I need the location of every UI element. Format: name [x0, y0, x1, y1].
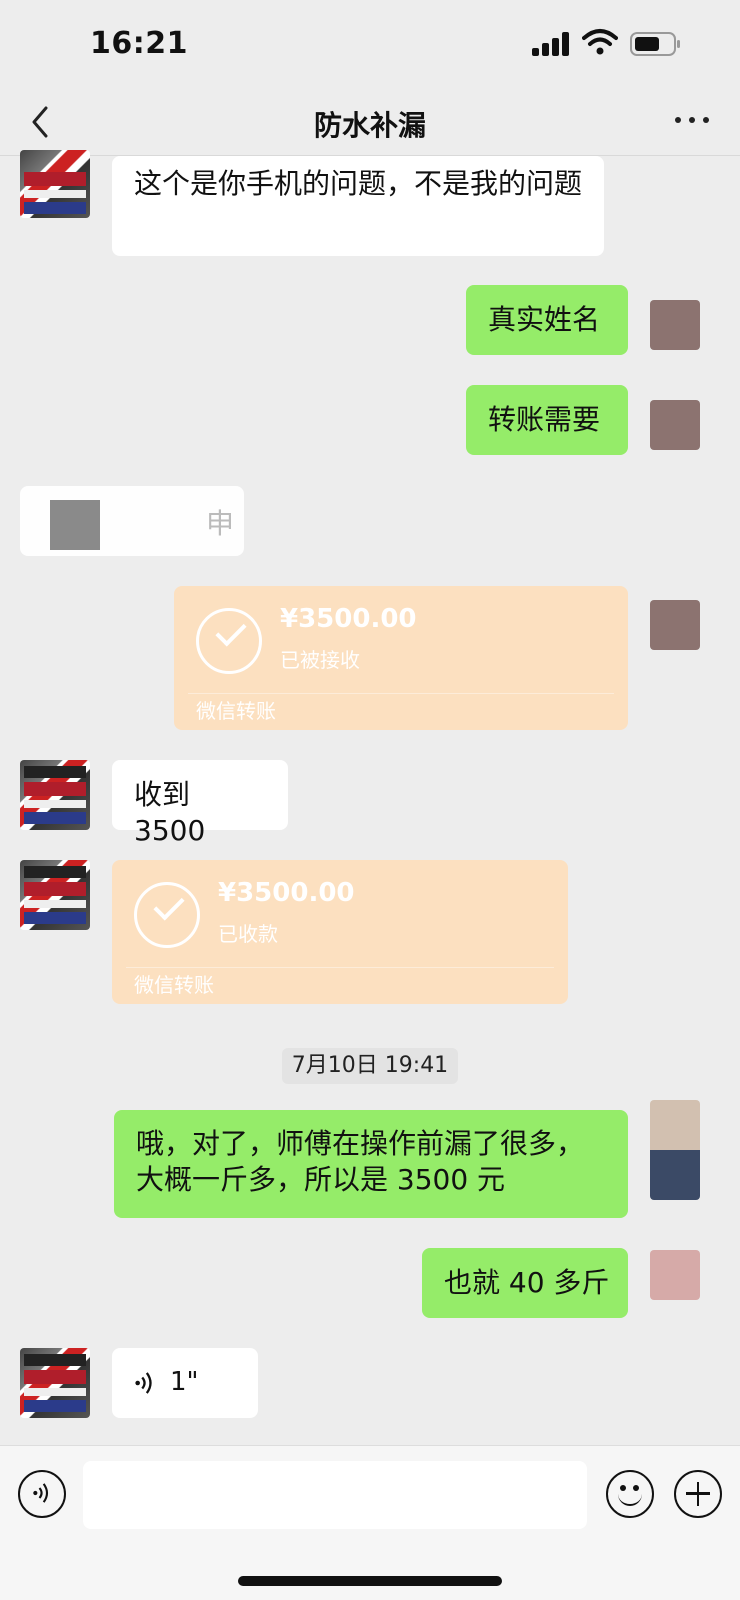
battery-icon — [630, 32, 680, 56]
message-text: 哦，对了，师傅在操作前漏了很多，大概一斤多，所以是 3500 元 — [136, 1127, 585, 1196]
message-text: 这个是你手机的问题，不是我的问题 — [134, 167, 583, 200]
contact-avatar[interactable] — [20, 150, 90, 218]
message-text: 也就 40 多斤 — [444, 1266, 610, 1299]
my-avatar[interactable] — [650, 1250, 700, 1300]
more-dots-icon[interactable] — [672, 108, 712, 132]
contact-avatar[interactable] — [20, 860, 90, 930]
message-input[interactable] — [83, 1461, 587, 1529]
transfer-amount: ¥3500.00 — [280, 604, 417, 634]
my-avatar[interactable] — [650, 600, 700, 650]
plus-icon[interactable] — [674, 1470, 722, 1518]
home-indicator[interactable] — [238, 1576, 502, 1586]
message-bubble-sent[interactable]: 真实姓名 — [466, 285, 628, 355]
divider — [126, 967, 554, 968]
message-bubble-sent[interactable]: 哦，对了，师傅在操作前漏了很多，大概一斤多，所以是 3500 元 — [114, 1110, 628, 1218]
my-avatar[interactable] — [650, 400, 700, 450]
contact-avatar[interactable] — [20, 1348, 90, 1418]
transfer-footer: 微信转账 — [134, 973, 214, 997]
chat-title: 防水补漏 — [313, 109, 426, 142]
voice-duration: 1" — [170, 1367, 199, 1397]
check-circle-icon — [196, 608, 262, 674]
transfer-card-sent[interactable]: ¥3500.00 已被接收 微信转账 — [174, 586, 628, 730]
contact-avatar[interactable] — [20, 760, 90, 830]
signal-icon — [532, 32, 572, 56]
check-circle-icon — [134, 882, 200, 948]
message-bubble-sent[interactable]: 转账需要 — [466, 385, 628, 455]
message-bubble-received[interactable]: 申 — [20, 486, 244, 556]
voice-icon[interactable] — [18, 1470, 66, 1518]
redacted-block — [50, 500, 100, 550]
chat-header: 防水补漏 — [0, 90, 740, 156]
transfer-status: 已被接收 — [280, 648, 360, 672]
my-avatar[interactable] — [650, 300, 700, 350]
input-bar — [0, 1445, 740, 1600]
message-text: 收到 3500 — [134, 778, 206, 847]
message-timestamp: 7月10日 19:41 — [282, 1048, 458, 1084]
voice-wave-icon — [135, 1372, 152, 1394]
message-bubble-received[interactable]: 收到 3500 — [112, 760, 288, 847]
status-time: 16:21 — [90, 26, 188, 61]
status-bar: 16:21 — [0, 0, 740, 90]
divider — [188, 693, 614, 694]
my-avatar[interactable] — [650, 1100, 700, 1200]
transfer-amount: ¥3500.00 — [218, 878, 355, 908]
message-bubble-received[interactable]: 这个是你手机的问题，不是我的问题 — [112, 156, 604, 256]
emoji-icon[interactable] — [606, 1470, 654, 1518]
transfer-card-received[interactable]: ¥3500.00 已收款 微信转账 — [112, 860, 568, 1004]
message-bubble-sent[interactable]: 也就 40 多斤 — [422, 1248, 628, 1318]
transfer-status: 已收款 — [218, 922, 278, 946]
message-text: 申 — [206, 507, 235, 540]
voice-message-received[interactable]: 1" — [112, 1348, 258, 1418]
message-text: 真实姓名 — [488, 303, 601, 336]
message-text: 转账需要 — [488, 403, 601, 436]
transfer-footer: 微信转账 — [196, 699, 276, 723]
wifi-icon — [582, 29, 618, 55]
